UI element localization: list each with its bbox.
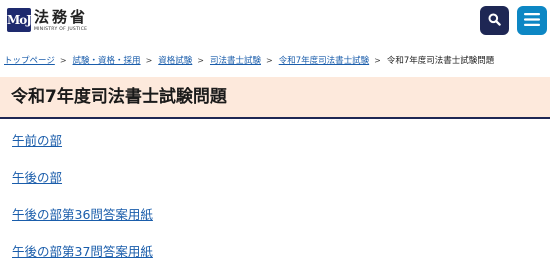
search-icon (488, 13, 501, 29)
page-title: 令和7年度司法書士試験問題 (11, 87, 227, 107)
chevron-right-icon: > (266, 56, 273, 65)
breadcrumb-link-top[interactable]: トップページ (4, 54, 55, 68)
page-title-band: 令和7年度司法書士試験問題 (0, 77, 550, 119)
page: MoJ 法務省 MINISTRY OF JUSTICE トップページ > 試験・… (0, 0, 550, 272)
search-button[interactable] (480, 6, 509, 35)
breadcrumb-link-exams-qualifications[interactable]: 試験・資格・採用 (73, 54, 141, 68)
menu-button[interactable] (517, 6, 547, 35)
chevron-right-icon: > (145, 56, 153, 65)
chevron-right-icon: > (197, 56, 204, 65)
link-afternoon-q36-answer-sheet[interactable]: 午後の部第36問答案用紙 (12, 207, 153, 223)
breadcrumb-link-r7-exam[interactable]: 令和7年度司法書士試験 (279, 54, 369, 68)
site-header: MoJ 法務省 MINISTRY OF JUSTICE (0, 0, 550, 42)
breadcrumb: トップページ > 試験・資格・採用 > 資格試験 > 司法書士試験 > 令和7年… (4, 54, 494, 68)
chevron-right-icon: > (59, 56, 67, 65)
logo-ministry-name-en: MINISTRY OF JUSTICE (34, 27, 88, 32)
link-afternoon-section[interactable]: 午後の部 (12, 170, 62, 186)
chevron-right-icon: > (374, 56, 381, 65)
logo-mark: MoJ (7, 8, 32, 32)
link-afternoon-q37-answer-sheet[interactable]: 午後の部第37問答案用紙 (12, 244, 153, 260)
breadcrumb-link-qualification-exams[interactable]: 資格試験 (158, 54, 192, 68)
breadcrumb-link-judicial-scrivener-exam[interactable]: 司法書士試験 (210, 54, 261, 68)
hamburger-menu-icon (524, 12, 540, 29)
logo-ministry-name: 法務省 (34, 8, 89, 26)
link-morning-section[interactable]: 午前の部 (12, 133, 62, 149)
site-logo[interactable]: MoJ 法務省 MINISTRY OF JUSTICE (7, 8, 88, 33)
logo-text: 法務省 MINISTRY OF JUSTICE (34, 8, 88, 33)
breadcrumb-current: 令和7年度司法書士試験問題 (386, 56, 495, 66)
